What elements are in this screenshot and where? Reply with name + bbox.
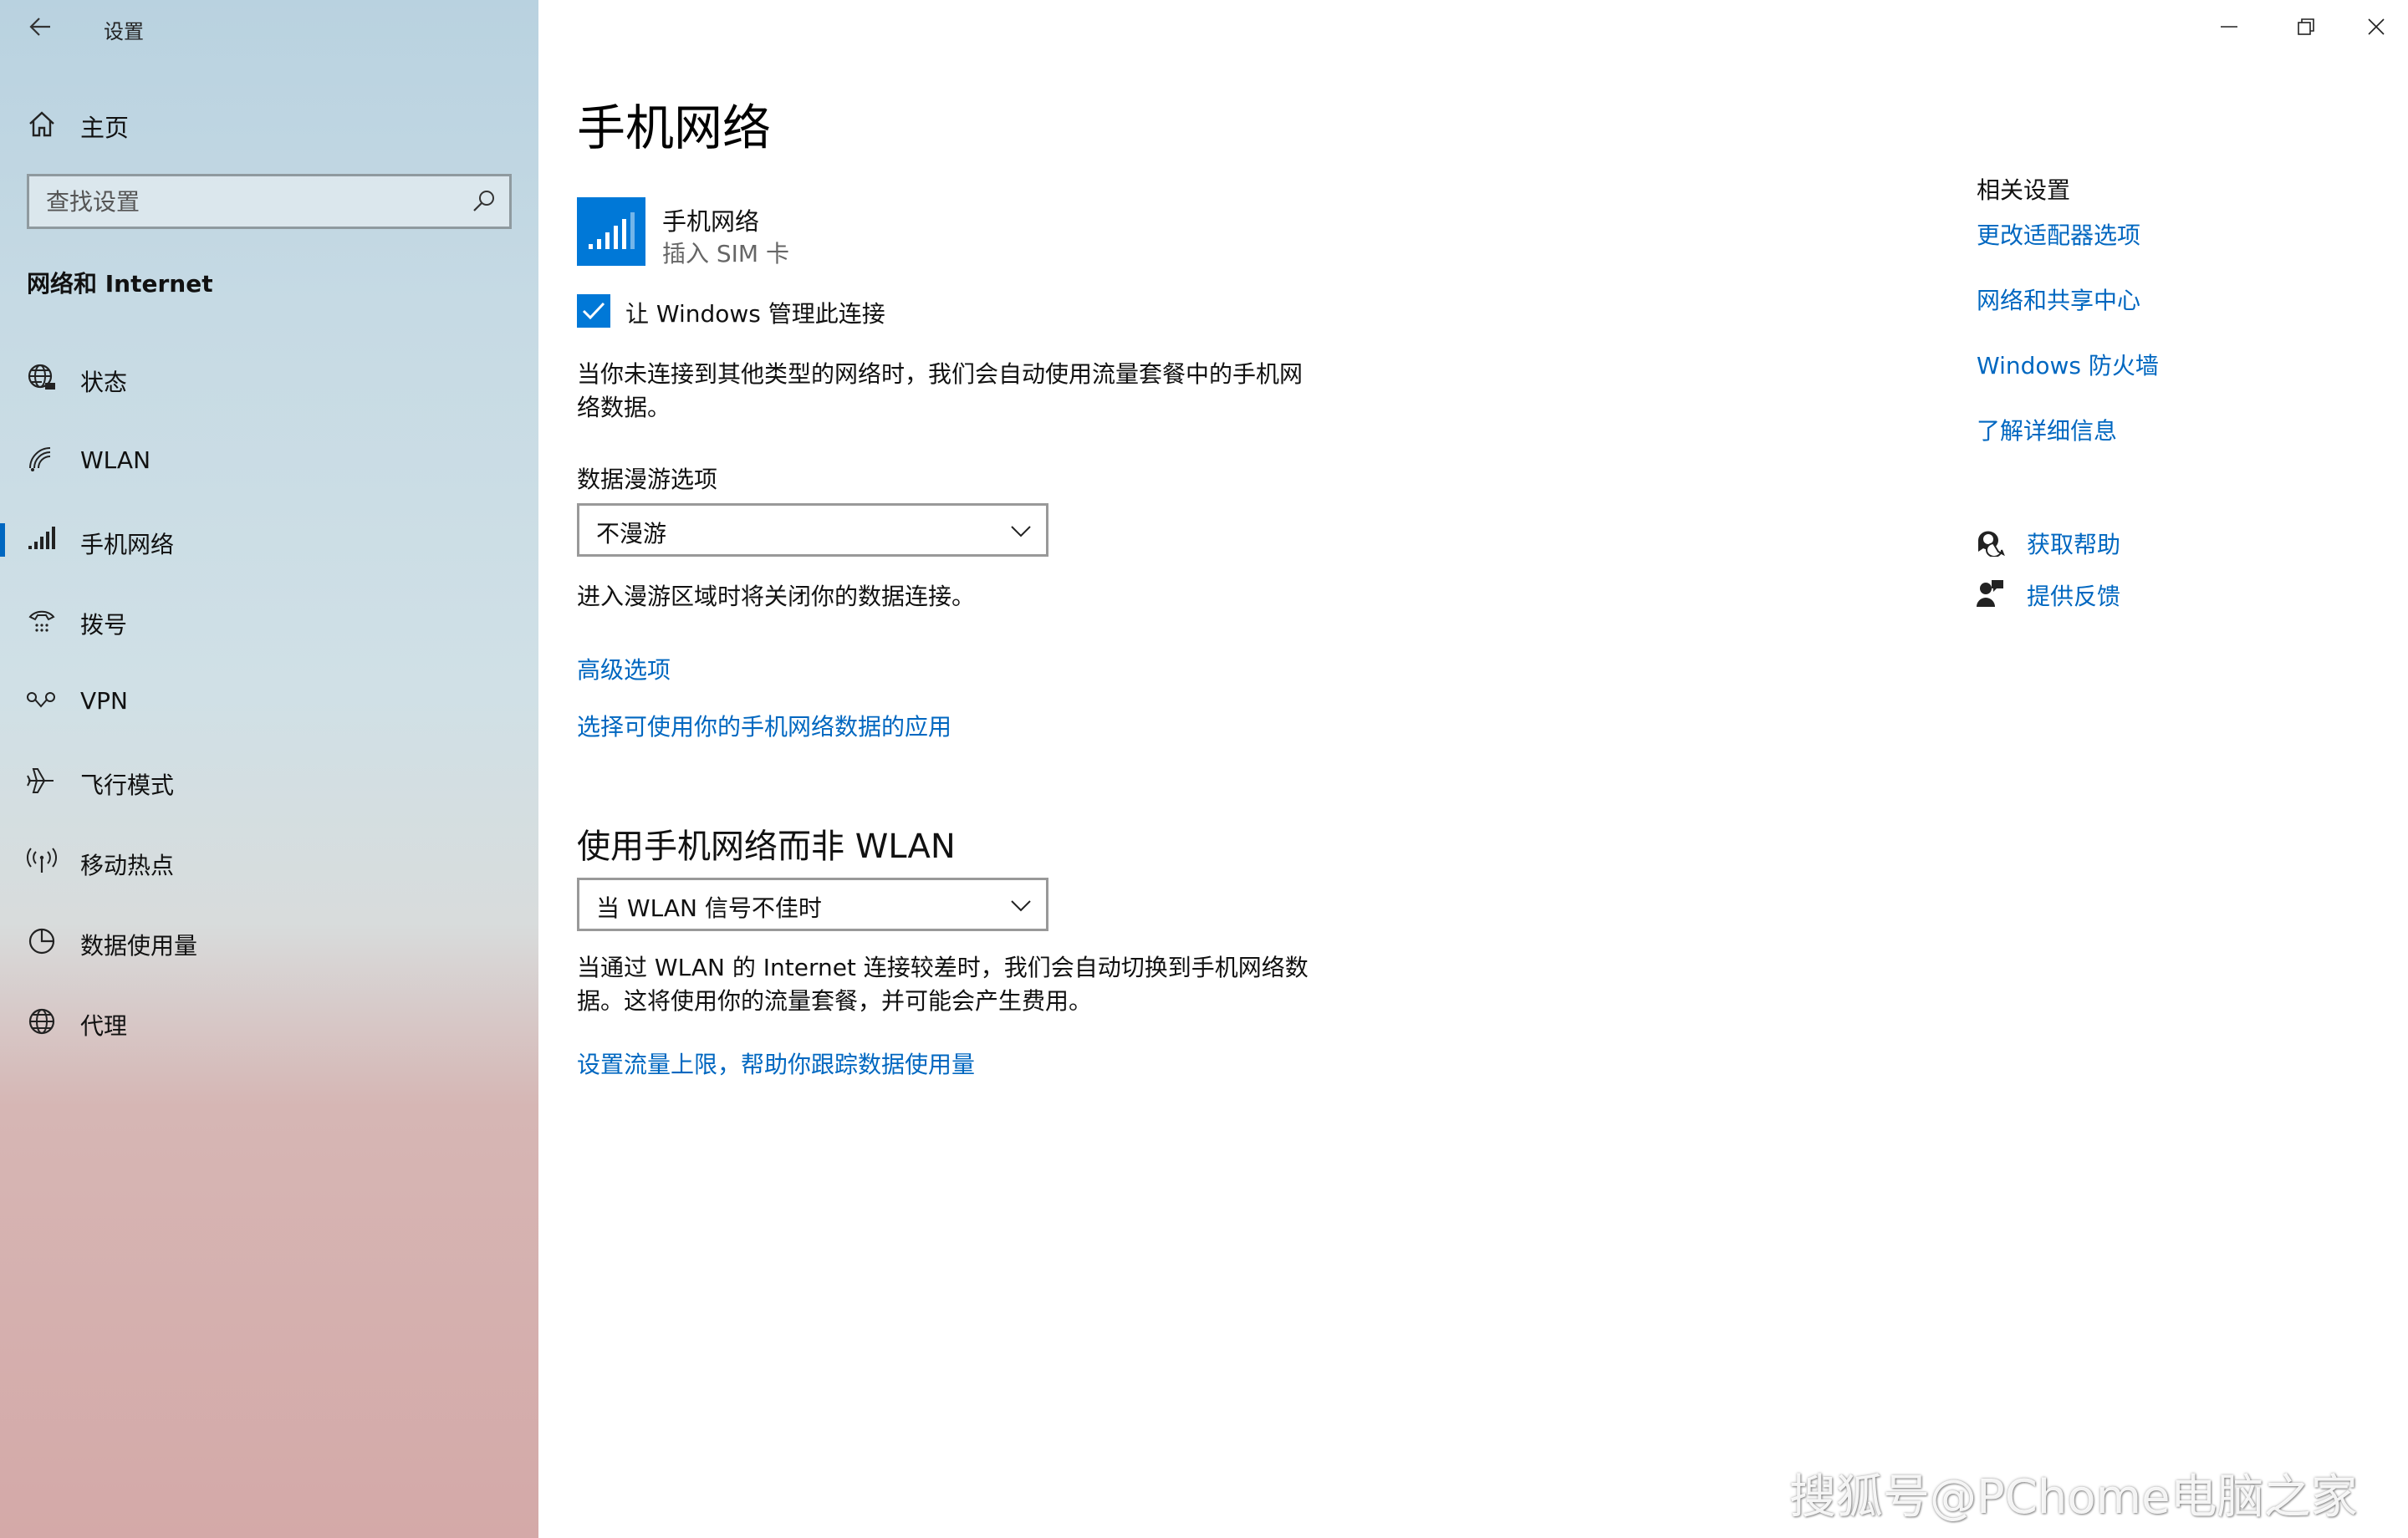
close-icon bbox=[2368, 18, 2385, 35]
sidebar-item-wlan[interactable]: WLAN bbox=[0, 426, 538, 493]
auto-connect-description: 当你未连接到其他类型的网络时，我们会自动使用流量套餐中的手机网 络数据。 bbox=[577, 358, 1303, 425]
prefer-cellular-dropdown[interactable]: 当 WLAN 信号不佳时 bbox=[577, 878, 1048, 931]
roaming-dropdown[interactable]: 不漫游 bbox=[577, 503, 1048, 557]
data-usage-icon bbox=[28, 928, 55, 955]
minimize-icon bbox=[2221, 26, 2237, 28]
manage-connection-checkbox[interactable] bbox=[577, 294, 610, 328]
sidebar-item-label: 主页 bbox=[80, 114, 130, 142]
related-link-learn-more[interactable]: 了解详细信息 bbox=[1977, 413, 2117, 446]
back-arrow-icon bbox=[29, 18, 50, 36]
description-line: 据。这将使用你的流量套餐，并可能会产生费用。 bbox=[577, 987, 1093, 1015]
sidebar-item-dialup[interactable]: 拨号 bbox=[0, 587, 538, 654]
sidebar-item-label: WLAN bbox=[80, 446, 151, 474]
sidebar-item-data-usage[interactable]: 数据使用量 bbox=[0, 908, 538, 975]
description-line: 当通过 WLAN 的 Internet 连接较差时，我们会自动切换到手机网络数 bbox=[577, 954, 1309, 981]
sidebar-item-status[interactable]: 状态 bbox=[0, 344, 538, 411]
description-line: 当你未连接到其他类型的网络时，我们会自动使用流量套餐中的手机网 bbox=[577, 360, 1303, 388]
manage-connection-label: 让 Windows 管理此连接 bbox=[625, 300, 885, 328]
wifi-icon bbox=[29, 447, 51, 471]
page-title: 手机网络 bbox=[577, 99, 772, 156]
section-title: 网络和 Internet bbox=[27, 270, 213, 298]
sim-status: 插入 SIM 卡 bbox=[662, 240, 789, 267]
app-title: 设置 bbox=[104, 20, 144, 43]
prefer-cellular-description: 当通过 WLAN 的 Internet 连接较差时，我们会自动切换到手机网络数 … bbox=[577, 951, 1309, 1018]
title-bar: 设置 bbox=[0, 0, 538, 55]
feedback-person-icon bbox=[1977, 580, 2003, 607]
checkmark-icon bbox=[582, 302, 605, 320]
get-help-label: 获取帮助 bbox=[2027, 531, 2121, 558]
prefer-cellular-heading: 使用手机网络而非 WLAN bbox=[577, 828, 956, 866]
sim-name: 手机网络 bbox=[662, 207, 760, 236]
sidebar-item-proxy[interactable]: 代理 bbox=[0, 988, 538, 1055]
related-settings-title: 相关设置 bbox=[1977, 176, 2071, 204]
search-icon[interactable] bbox=[471, 188, 497, 215]
related-link-firewall[interactable]: Windows 防火墙 bbox=[1977, 348, 2159, 381]
roaming-description: 进入漫游区域时将关闭你的数据连接。 bbox=[577, 583, 976, 610]
dialup-icon bbox=[28, 610, 55, 632]
back-button[interactable] bbox=[18, 7, 62, 47]
get-help-link[interactable]: 获取帮助 bbox=[1975, 523, 2226, 560]
related-link-sharing-center[interactable]: 网络和共享中心 bbox=[1977, 283, 2140, 316]
hotspot-icon bbox=[27, 848, 57, 873]
search-input[interactable] bbox=[46, 176, 447, 227]
sidebar-item-label: 手机网络 bbox=[80, 531, 175, 558]
sidebar-item-label: 代理 bbox=[80, 1012, 128, 1040]
sidebar-item-airplane[interactable]: 飞行模式 bbox=[0, 747, 538, 814]
cellular-signal-icon bbox=[28, 527, 55, 549]
choose-apps-link[interactable]: 选择可使用你的手机网络数据的应用 bbox=[577, 709, 951, 742]
sidebar-item-label: 状态 bbox=[80, 369, 128, 396]
roaming-label: 数据漫游选项 bbox=[577, 466, 718, 493]
sidebar-item-hotspot[interactable]: 移动热点 bbox=[0, 828, 538, 894]
restore-icon bbox=[2298, 18, 2314, 35]
sidebar-item-label: 数据使用量 bbox=[80, 932, 198, 960]
roaming-dropdown-value: 不漫游 bbox=[596, 520, 667, 547]
give-feedback-link[interactable]: 提供反馈 bbox=[1975, 575, 2226, 612]
vpn-icon bbox=[27, 692, 55, 708]
globe-proxy-icon bbox=[28, 1008, 55, 1035]
sidebar-item-label: VPN bbox=[80, 687, 128, 715]
selection-indicator bbox=[0, 523, 5, 557]
help-chat-icon bbox=[1978, 531, 2005, 557]
related-link-adapter-options[interactable]: 更改适配器选项 bbox=[1977, 217, 2140, 251]
chevron-down-icon bbox=[1011, 900, 1031, 912]
sidebar-item-vpn[interactable]: VPN bbox=[0, 667, 538, 734]
give-feedback-label: 提供反馈 bbox=[2027, 583, 2121, 610]
chevron-down-icon bbox=[1011, 526, 1031, 537]
restore-button[interactable] bbox=[2268, 0, 2344, 53]
cellular-signal-icon bbox=[589, 212, 635, 249]
close-button[interactable] bbox=[2344, 0, 2408, 53]
description-line: 络数据。 bbox=[577, 394, 671, 421]
sidebar-item-home[interactable]: 主页 bbox=[0, 97, 538, 150]
sidebar: 设置 主页 网络和 Internet 状态 WLAN bbox=[0, 0, 538, 1538]
sidebar-item-label: 移动热点 bbox=[80, 852, 175, 879]
sidebar-item-label: 飞行模式 bbox=[80, 772, 175, 799]
airplane-icon bbox=[27, 768, 54, 793]
data-limit-link[interactable]: 设置流量上限，帮助你跟踪数据使用量 bbox=[577, 1047, 975, 1080]
minimize-button[interactable] bbox=[2191, 0, 2268, 53]
sidebar-item-cellular[interactable]: 手机网络 bbox=[0, 507, 538, 573]
globe-status-icon bbox=[28, 364, 55, 390]
sim-tile bbox=[577, 197, 645, 266]
advanced-options-link[interactable]: 高级选项 bbox=[577, 652, 671, 685]
home-icon bbox=[29, 111, 54, 137]
prefer-cellular-dropdown-value: 当 WLAN 信号不佳时 bbox=[596, 894, 822, 922]
search-box[interactable] bbox=[27, 174, 512, 229]
sidebar-item-label: 拨号 bbox=[80, 611, 128, 639]
watermark: 搜狐号@PChome电脑之家 bbox=[1789, 1470, 2358, 1525]
